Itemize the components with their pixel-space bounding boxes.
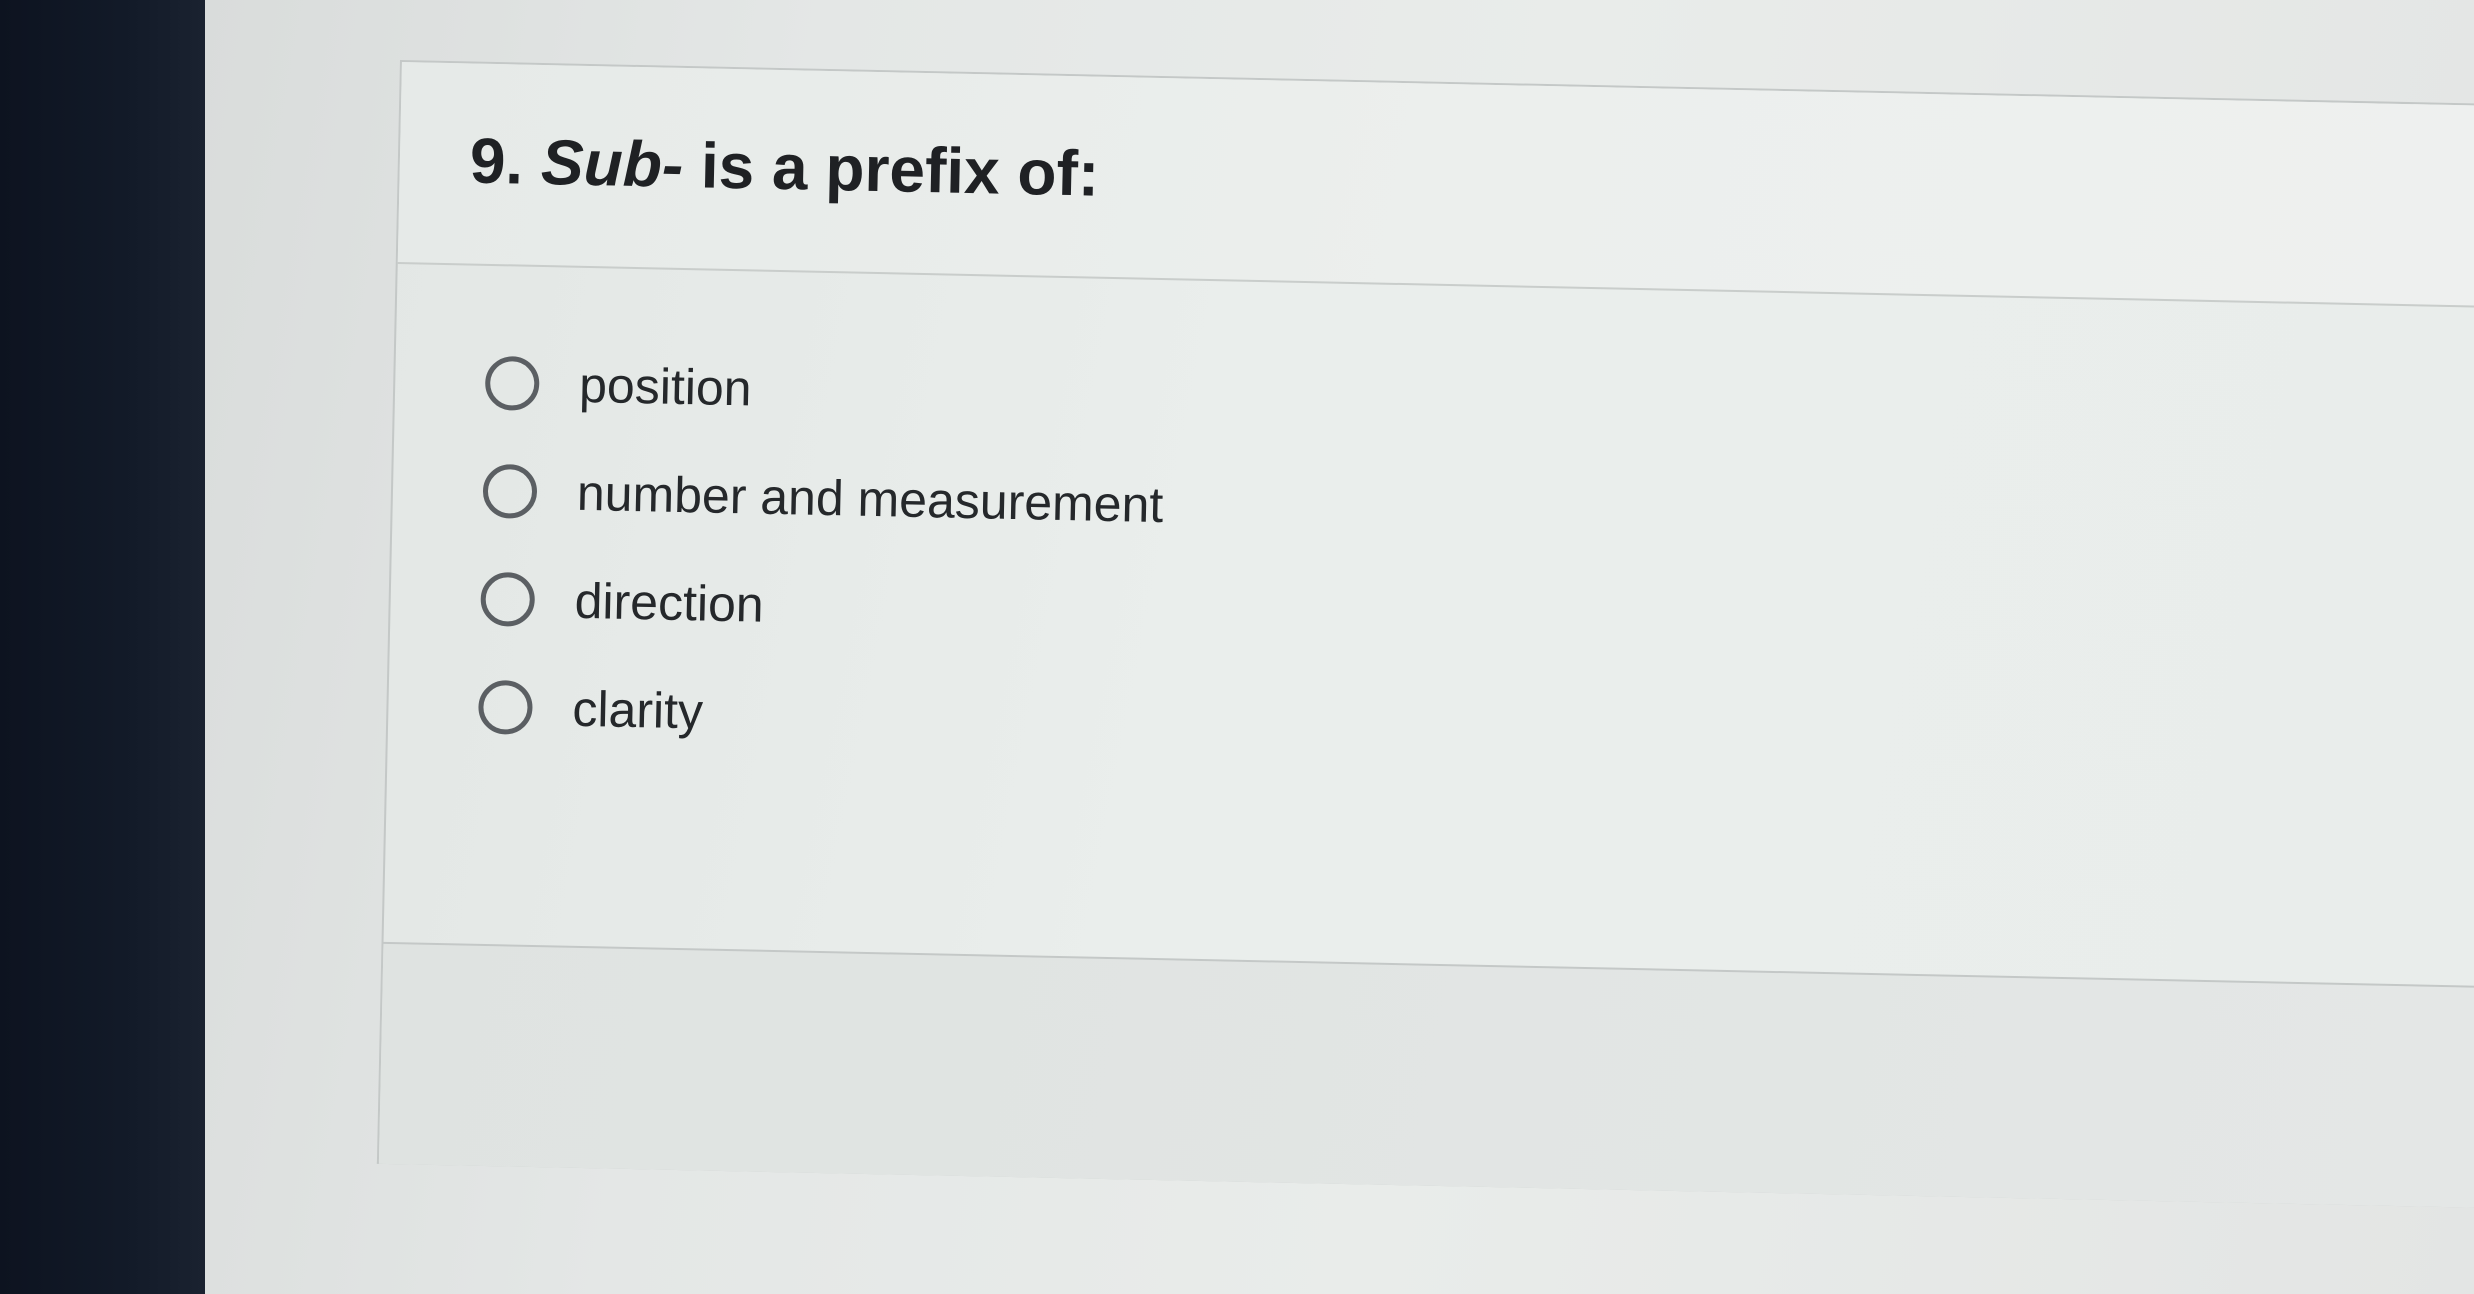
option-label: number and measurement: [576, 464, 1164, 534]
radio-button[interactable]: [477, 679, 534, 735]
option-position[interactable]: position: [484, 329, 1167, 451]
question-term: Sub-: [540, 125, 684, 201]
option-clarity[interactable]: clarity: [477, 653, 1160, 775]
question-title: 9. Sub- is a prefix of:: [469, 123, 1100, 210]
option-label: position: [578, 356, 753, 417]
option-number-and-measurement[interactable]: number and measurement: [482, 437, 1165, 559]
card-footer: [378, 941, 2474, 1208]
question-text: is a prefix of:: [700, 129, 1100, 210]
radio-button[interactable]: [482, 463, 538, 519]
question-header: 9. Sub- is a prefix of:: [397, 62, 2474, 308]
option-label: clarity: [571, 680, 704, 740]
option-label: direction: [574, 572, 765, 633]
radio-button[interactable]: [484, 355, 540, 411]
radio-button[interactable]: [480, 571, 536, 627]
monitor-bezel: [0, 0, 205, 1294]
screen: 9. Sub- is a prefix of: position number …: [205, 0, 2474, 1294]
answer-options: position number and measurement directio…: [477, 329, 1166, 775]
question-number: 9.: [469, 124, 525, 198]
question-card: 9. Sub- is a prefix of: position number …: [376, 60, 2474, 1208]
option-direction[interactable]: direction: [480, 545, 1163, 667]
